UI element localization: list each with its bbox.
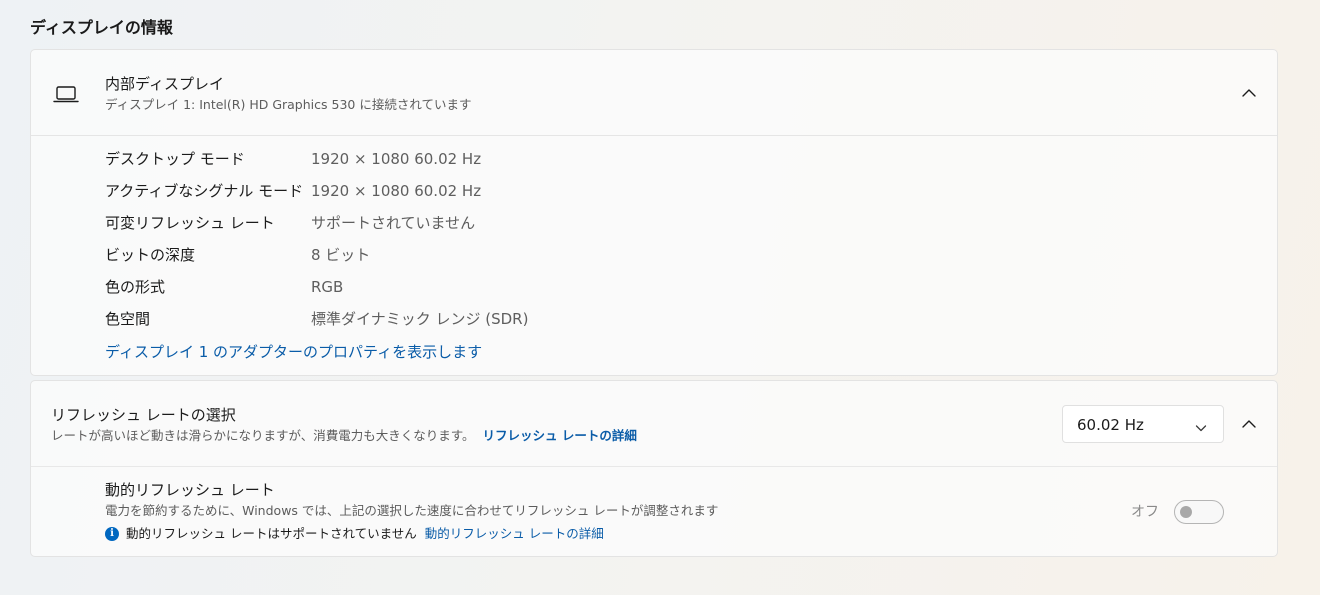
internal-display-card: 内部ディスプレイ ディスプレイ 1: Intel(R) HD Graphics … [30, 49, 1278, 376]
laptop-icon [53, 83, 79, 105]
collapse-chevron-up-icon[interactable] [1237, 411, 1261, 435]
detail-value: 8 ビット [311, 246, 371, 264]
detail-label: デスクトップ モード [105, 150, 245, 168]
dynamic-refresh-info-text: 動的リフレッシュ レートはサポートされていません [126, 526, 417, 541]
refresh-rate-card: リフレッシュ レートの選択 レートが高いほど動きは滑らかになりますが、消費電力も… [30, 380, 1278, 557]
section-title: ディスプレイの情報 [30, 18, 173, 37]
dynamic-refresh-subtitle: 電力を節約するために、Windows では、上記の選択した速度に合わせてリフレッ… [105, 503, 719, 518]
detail-label: アクティブなシグナル モード [105, 182, 304, 200]
detail-label: 色の形式 [105, 278, 166, 296]
refresh-rate-selected-value: 60.02 Hz [1077, 416, 1144, 434]
internal-display-subtitle: ディスプレイ 1: Intel(R) HD Graphics 530 に接続され… [105, 97, 472, 112]
dynamic-refresh-toggle[interactable] [1174, 500, 1224, 524]
internal-display-title: 内部ディスプレイ [105, 75, 224, 93]
detail-value: RGB [311, 278, 344, 296]
detail-label: ビットの深度 [105, 246, 196, 264]
internal-display-header[interactable]: 内部ディスプレイ ディスプレイ 1: Intel(R) HD Graphics … [31, 50, 1277, 136]
detail-value: 1920 × 1080 60.02 Hz [311, 182, 482, 200]
refresh-rate-details-link[interactable]: リフレッシュ レートの詳細 [483, 428, 637, 443]
refresh-rate-header: リフレッシュ レートの選択 レートが高いほど動きは滑らかになりますが、消費電力も… [31, 381, 1277, 467]
refresh-rate-dropdown[interactable]: 60.02 Hz [1062, 405, 1224, 443]
refresh-rate-description: レートが高いほど動きは滑らかになりますが、消費電力も大きくなります。 [51, 428, 475, 443]
dynamic-refresh-details-link[interactable]: 動的リフレッシュ レートの詳細 [425, 525, 604, 543]
detail-value: 標準ダイナミック レンジ (SDR) [311, 310, 529, 328]
adapter-properties-link[interactable]: ディスプレイ 1 のアダプターのプロパティを表示します [105, 342, 482, 362]
chevron-down-icon [1195, 419, 1207, 432]
dynamic-refresh-info: i 動的リフレッシュ レートはサポートされていません 動的リフレッシュ レートの… [105, 525, 604, 543]
toggle-knob [1180, 506, 1192, 518]
refresh-rate-subtitle: レートが高いほど動きは滑らかになりますが、消費電力も大きくなります。 リフレッシュ… [51, 427, 637, 445]
refresh-rate-title: リフレッシュ レートの選択 [51, 406, 236, 424]
detail-value: 1920 × 1080 60.02 Hz [311, 150, 482, 168]
detail-value: サポートされていません [311, 214, 476, 232]
info-icon: i [105, 527, 119, 541]
detail-label: 色空間 [105, 310, 151, 328]
dynamic-refresh-title: 動的リフレッシュ レート [105, 481, 275, 499]
detail-label: 可変リフレッシュ レート [105, 214, 275, 232]
toggle-state-label: オフ [1131, 504, 1159, 520]
collapse-chevron-up-icon[interactable] [1237, 80, 1261, 104]
